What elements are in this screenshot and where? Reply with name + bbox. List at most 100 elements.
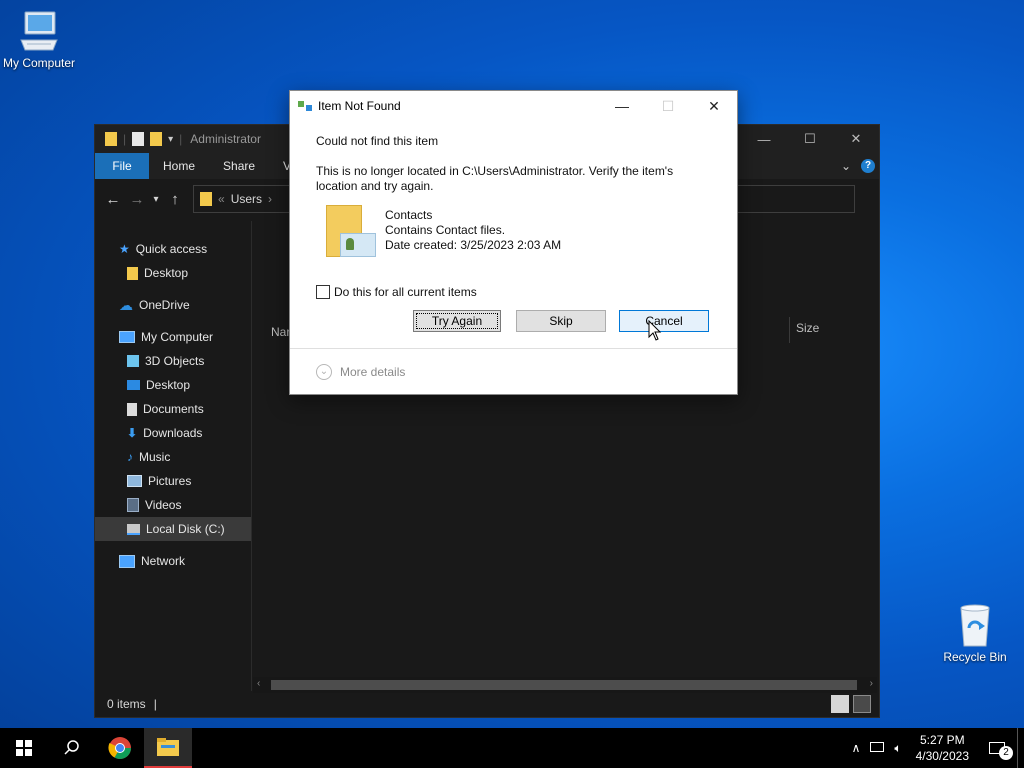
nav-3d-objects[interactable]: 3D Objects — [95, 349, 251, 373]
minimize-button[interactable]: — — [741, 125, 787, 153]
network-icon — [119, 554, 135, 568]
cube-icon — [127, 355, 139, 367]
desktop-icon-label: Recycle Bin — [943, 650, 1007, 664]
nav-local-disk-c[interactable]: Local Disk (C:) — [95, 517, 251, 541]
breadcrumb-overflow-icon[interactable]: « — [218, 192, 225, 206]
computer-icon — [119, 331, 135, 343]
folder-icon — [127, 266, 138, 280]
search-icon — [64, 740, 79, 755]
skip-button[interactable]: Skip — [516, 310, 606, 332]
separator: | — [179, 132, 183, 146]
close-button[interactable]: ✕ — [833, 125, 879, 153]
nav-label: Videos — [145, 498, 182, 512]
nav-music[interactable]: ♪ Music — [95, 445, 251, 469]
dialog-maximize-button: ☐ — [661, 97, 675, 114]
nav-label: My Computer — [141, 330, 214, 344]
nav-quick-access[interactable]: ★ Quick access — [95, 237, 251, 261]
dialog-title: Item Not Found — [318, 99, 401, 113]
window-title: Administrator — [190, 132, 261, 146]
download-icon: ⬇ — [127, 426, 138, 440]
show-desktop-button[interactable] — [1017, 728, 1024, 768]
network-status-icon[interactable] — [866, 741, 888, 755]
nav-videos[interactable]: Videos — [95, 493, 251, 517]
nav-downloads[interactable]: ⬇ Downloads — [95, 421, 251, 445]
dialog-message-line1: This is no longer located in C:\Users\Ad… — [316, 164, 674, 178]
volume-icon[interactable]: 🔈︎ — [888, 741, 907, 756]
nav-label: 3D Objects — [145, 354, 205, 368]
nav-label: Quick access — [135, 242, 208, 256]
tab-home[interactable]: Home — [149, 153, 209, 179]
expand-ribbon-icon[interactable]: ⌄ — [841, 159, 851, 173]
large-icons-view-icon[interactable] — [853, 695, 871, 713]
column-header-size[interactable]: Size — [789, 317, 869, 343]
try-again-button[interactable]: Try Again — [413, 310, 501, 332]
clock[interactable]: 5:27 PM 4/30/2023 — [908, 732, 977, 764]
new-folder-icon[interactable] — [150, 132, 163, 146]
tab-share[interactable]: Share — [209, 153, 269, 179]
up-arrow-icon[interactable]: ↑ — [163, 191, 187, 208]
item-name: Contacts — [385, 208, 433, 222]
tab-file[interactable]: File — [95, 153, 149, 179]
recent-locations-icon[interactable]: ▾ — [149, 194, 163, 205]
contacts-folder-icon — [326, 205, 376, 261]
nav-desktop-pinned[interactable]: Desktop — [95, 261, 251, 285]
pictures-icon — [127, 475, 142, 487]
status-bar: 0 items | — [95, 691, 877, 717]
show-hidden-icons-icon[interactable]: ∧ — [846, 741, 867, 755]
more-details-link[interactable]: More details — [340, 365, 405, 380]
action-center-button[interactable]: 2 — [977, 728, 1017, 768]
scrollbar-thumb[interactable] — [271, 680, 857, 690]
dialog-close-button[interactable]: ✕ — [691, 91, 737, 121]
cancel-button[interactable]: Cancel — [619, 310, 709, 332]
mouse-pointer-icon — [648, 320, 662, 341]
nav-label: Downloads — [143, 426, 203, 440]
forward-arrow-icon[interactable]: → — [125, 191, 149, 208]
dialog-title-bar: Item Not Found — ☐ ✕ — [290, 91, 737, 121]
start-button[interactable] — [0, 728, 48, 768]
scroll-left-icon[interactable]: ‹ — [257, 678, 260, 689]
chrome-icon — [108, 737, 131, 759]
apply-to-all-label[interactable]: Do this for all current items — [334, 285, 477, 300]
desktop-icon — [127, 380, 140, 390]
file-explorer-taskbar-button[interactable] — [144, 728, 192, 768]
nav-my-computer[interactable]: My Computer — [95, 325, 251, 349]
dialog-heading: Could not find this item — [316, 134, 439, 148]
search-button[interactable] — [48, 728, 96, 768]
chrome-taskbar-button[interactable] — [96, 728, 144, 768]
nav-desktop[interactable]: Desktop — [95, 373, 251, 397]
maximize-button[interactable]: ☐ — [787, 125, 833, 153]
dialog-separator — [290, 348, 737, 349]
nav-label: Documents — [143, 402, 204, 416]
details-view-icon[interactable] — [831, 695, 849, 713]
navigation-pane: ★ Quick access Desktop ☁ OneDrive My Com… — [95, 221, 251, 691]
nav-network[interactable]: Network — [95, 549, 251, 573]
taskbar: ∧ 🔈︎ 5:27 PM 4/30/2023 2 — [0, 728, 1024, 768]
nav-documents[interactable]: Documents — [95, 397, 251, 421]
breadcrumb-separator: › — [268, 192, 273, 206]
customize-dropdown-icon[interactable]: ▾ — [168, 134, 173, 145]
column-header-name[interactable]: Nar — [271, 325, 290, 339]
expand-details-icon[interactable]: ⌄ — [316, 364, 332, 380]
folder-icon[interactable] — [105, 132, 117, 146]
nav-pictures[interactable]: Pictures — [95, 469, 251, 493]
star-icon: ★ — [119, 242, 130, 256]
item-not-found-dialog: Item Not Found — ☐ ✕ Could not find this… — [289, 90, 738, 395]
breadcrumb-users[interactable]: Users — [231, 192, 262, 206]
desktop-icon-my-computer[interactable]: My Computer — [0, 10, 84, 70]
properties-icon[interactable] — [132, 132, 145, 146]
nav-label: OneDrive — [139, 298, 190, 312]
item-count: 0 items — [107, 697, 146, 711]
system-tray: ∧ 🔈︎ 5:27 PM 4/30/2023 2 — [846, 728, 1024, 768]
nav-onedrive[interactable]: ☁ OneDrive — [95, 293, 251, 317]
back-arrow-icon[interactable]: ← — [101, 191, 125, 208]
help-icon[interactable]: ? — [861, 159, 875, 173]
nav-label: Network — [141, 554, 186, 568]
nav-label: Music — [139, 450, 171, 464]
pane-divider[interactable] — [251, 221, 252, 691]
scroll-right-icon[interactable]: › — [870, 678, 873, 689]
dialog-minimize-button[interactable]: — — [599, 91, 645, 121]
apply-to-all-checkbox[interactable] — [316, 285, 330, 299]
windows-logo-icon — [16, 740, 32, 756]
videos-icon — [127, 498, 139, 512]
desktop-icon-recycle-bin[interactable]: Recycle Bin — [930, 602, 1020, 664]
